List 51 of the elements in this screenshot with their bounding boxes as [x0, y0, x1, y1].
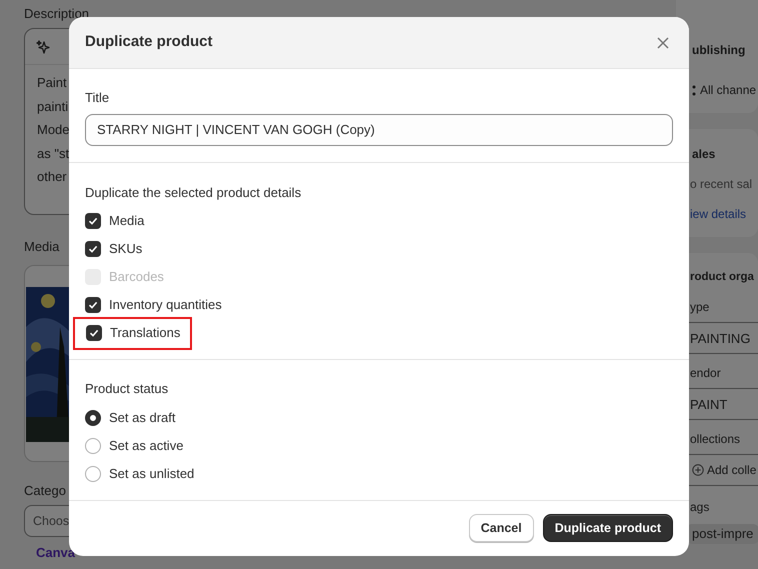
radio-button[interactable] — [85, 410, 101, 426]
checkbox-label: SKUs — [109, 240, 142, 258]
checkbox-label: Inventory quantities — [109, 296, 222, 314]
radio-label: Set as draft — [109, 408, 176, 427]
field-label: endor — [690, 365, 721, 382]
card-title: ales — [692, 146, 716, 163]
radio-button[interactable] — [85, 466, 101, 482]
dialog-title: Duplicate product — [85, 32, 213, 52]
section-heading: Duplicate the selected product details — [85, 184, 302, 202]
checkbox-label: Barcodes — [109, 268, 164, 286]
checkbox[interactable] — [85, 297, 101, 313]
tag-chip[interactable]: post-impre — [686, 524, 758, 544]
text-line: painti — [37, 98, 68, 116]
checkbox[interactable] — [86, 325, 102, 341]
checkbox-label: Media — [109, 212, 144, 230]
checkbox[interactable] — [85, 213, 101, 229]
add-text: Add colle — [707, 462, 756, 480]
sparkle-icon — [36, 40, 50, 54]
field-label: Description — [24, 6, 90, 22]
field-label: ollections — [690, 431, 740, 448]
dots-icon — [692, 84, 696, 96]
text-line: Mode — [37, 121, 70, 139]
checkbox[interactable] — [85, 241, 101, 257]
section-heading: Product status — [85, 380, 168, 398]
sparkle-button[interactable] — [35, 38, 51, 54]
cancel-button[interactable]: Cancel — [468, 514, 534, 542]
section-label: Media — [24, 239, 60, 255]
details-link[interactable]: iew details — [690, 205, 746, 223]
check-icon — [89, 328, 99, 338]
add-icon — [692, 464, 704, 476]
title-field[interactable]: STARRY NIGHT | VINCENT VAN GOGH (Copy) — [85, 114, 673, 146]
radio-button[interactable] — [85, 438, 101, 454]
duplicate-button[interactable]: Duplicate product — [542, 514, 673, 542]
radio-label: Set as unlisted — [109, 464, 194, 483]
close-icon — [657, 36, 669, 48]
checkbox-label: Translations — [110, 324, 180, 342]
check-icon — [88, 244, 98, 254]
sales-text: o recent sal — [690, 176, 752, 193]
field-label: ags — [690, 499, 710, 516]
field-label: ype — [690, 299, 710, 316]
check-icon — [88, 300, 98, 310]
card-title: ublishing — [692, 42, 746, 59]
card-title: roduct orga — [690, 270, 754, 285]
radio-label: Set as active — [109, 436, 184, 455]
text-line: other — [37, 168, 67, 186]
section-label: Catego — [24, 483, 66, 499]
field-label: Title — [85, 89, 110, 107]
check-icon — [88, 216, 98, 226]
text-line: Paint — [37, 74, 67, 92]
channels-text: All channe — [700, 82, 756, 99]
text-line: as "st — [37, 144, 70, 162]
